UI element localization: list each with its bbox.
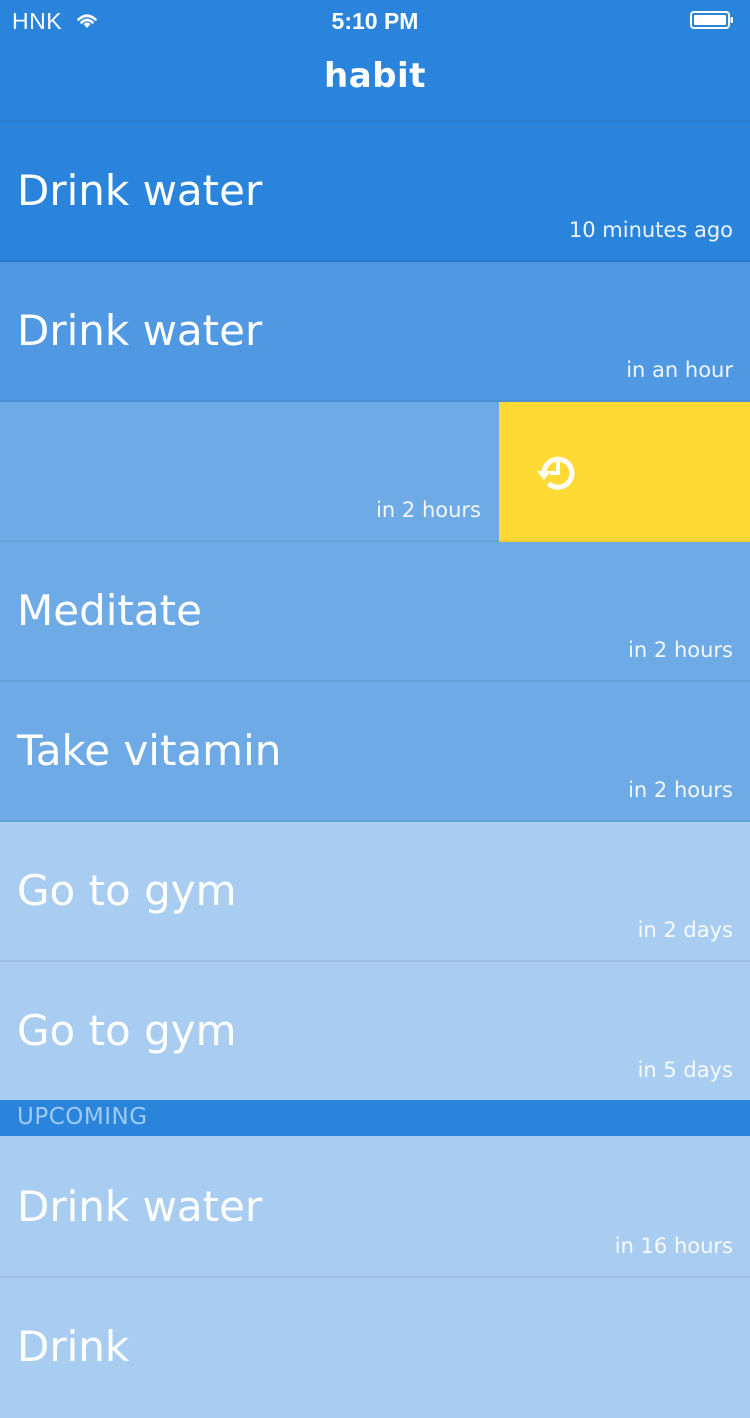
habit-title: Go to gym bbox=[17, 866, 237, 915]
habit-title: Drink water bbox=[17, 306, 263, 355]
status-time: 5:10 PM bbox=[331, 8, 419, 34]
habit-row[interactable]: Drink water in an hour bbox=[0, 262, 750, 402]
snooze-icon bbox=[537, 456, 575, 490]
upcoming-row[interactable]: Drink bbox=[0, 1278, 750, 1418]
habit-title: Drink water bbox=[17, 166, 263, 215]
habit-time: in an hour bbox=[626, 358, 733, 382]
habit-title: Go to gym bbox=[17, 1006, 237, 1055]
snooze-action-button[interactable] bbox=[499, 402, 750, 542]
habit-time: in 16 hours bbox=[614, 1234, 733, 1258]
battery-icon bbox=[690, 11, 733, 29]
section-label: UPCOMING bbox=[17, 1104, 148, 1130]
habit-title: Meditate bbox=[17, 586, 202, 635]
app-title: habit bbox=[324, 56, 426, 96]
habit-row-swiped[interactable]: in 2 hours bbox=[0, 402, 750, 542]
upcoming-row[interactable]: Drink water in 16 hours bbox=[0, 1138, 750, 1278]
swiped-row-content[interactable]: in 2 hours bbox=[0, 402, 499, 542]
status-bar: HNK 5:10 PM bbox=[0, 0, 750, 40]
habit-time: in 2 hours bbox=[376, 498, 481, 522]
habit-title: Take vitamin bbox=[17, 726, 282, 775]
nav-bar: habit bbox=[0, 40, 750, 122]
habit-row[interactable]: Drink water 10 minutes ago bbox=[0, 122, 750, 262]
habit-time: in 5 days bbox=[637, 1058, 733, 1082]
habit-time: 10 minutes ago bbox=[568, 218, 733, 242]
habit-row[interactable]: Go to gym in 2 days bbox=[0, 822, 750, 962]
habit-time: in 2 days bbox=[637, 918, 733, 942]
habit-time: in 2 hours bbox=[628, 638, 733, 662]
habit-title: Drink water bbox=[17, 1182, 263, 1231]
habit-row[interactable]: Take vitamin in 2 hours bbox=[0, 682, 750, 822]
habit-time: in 2 hours bbox=[628, 778, 733, 802]
habit-row[interactable]: Meditate in 2 hours bbox=[0, 542, 750, 682]
habit-title: Drink bbox=[17, 1322, 130, 1371]
habit-row[interactable]: Go to gym in 5 days bbox=[0, 962, 750, 1100]
section-header-upcoming: UPCOMING bbox=[0, 1100, 750, 1136]
